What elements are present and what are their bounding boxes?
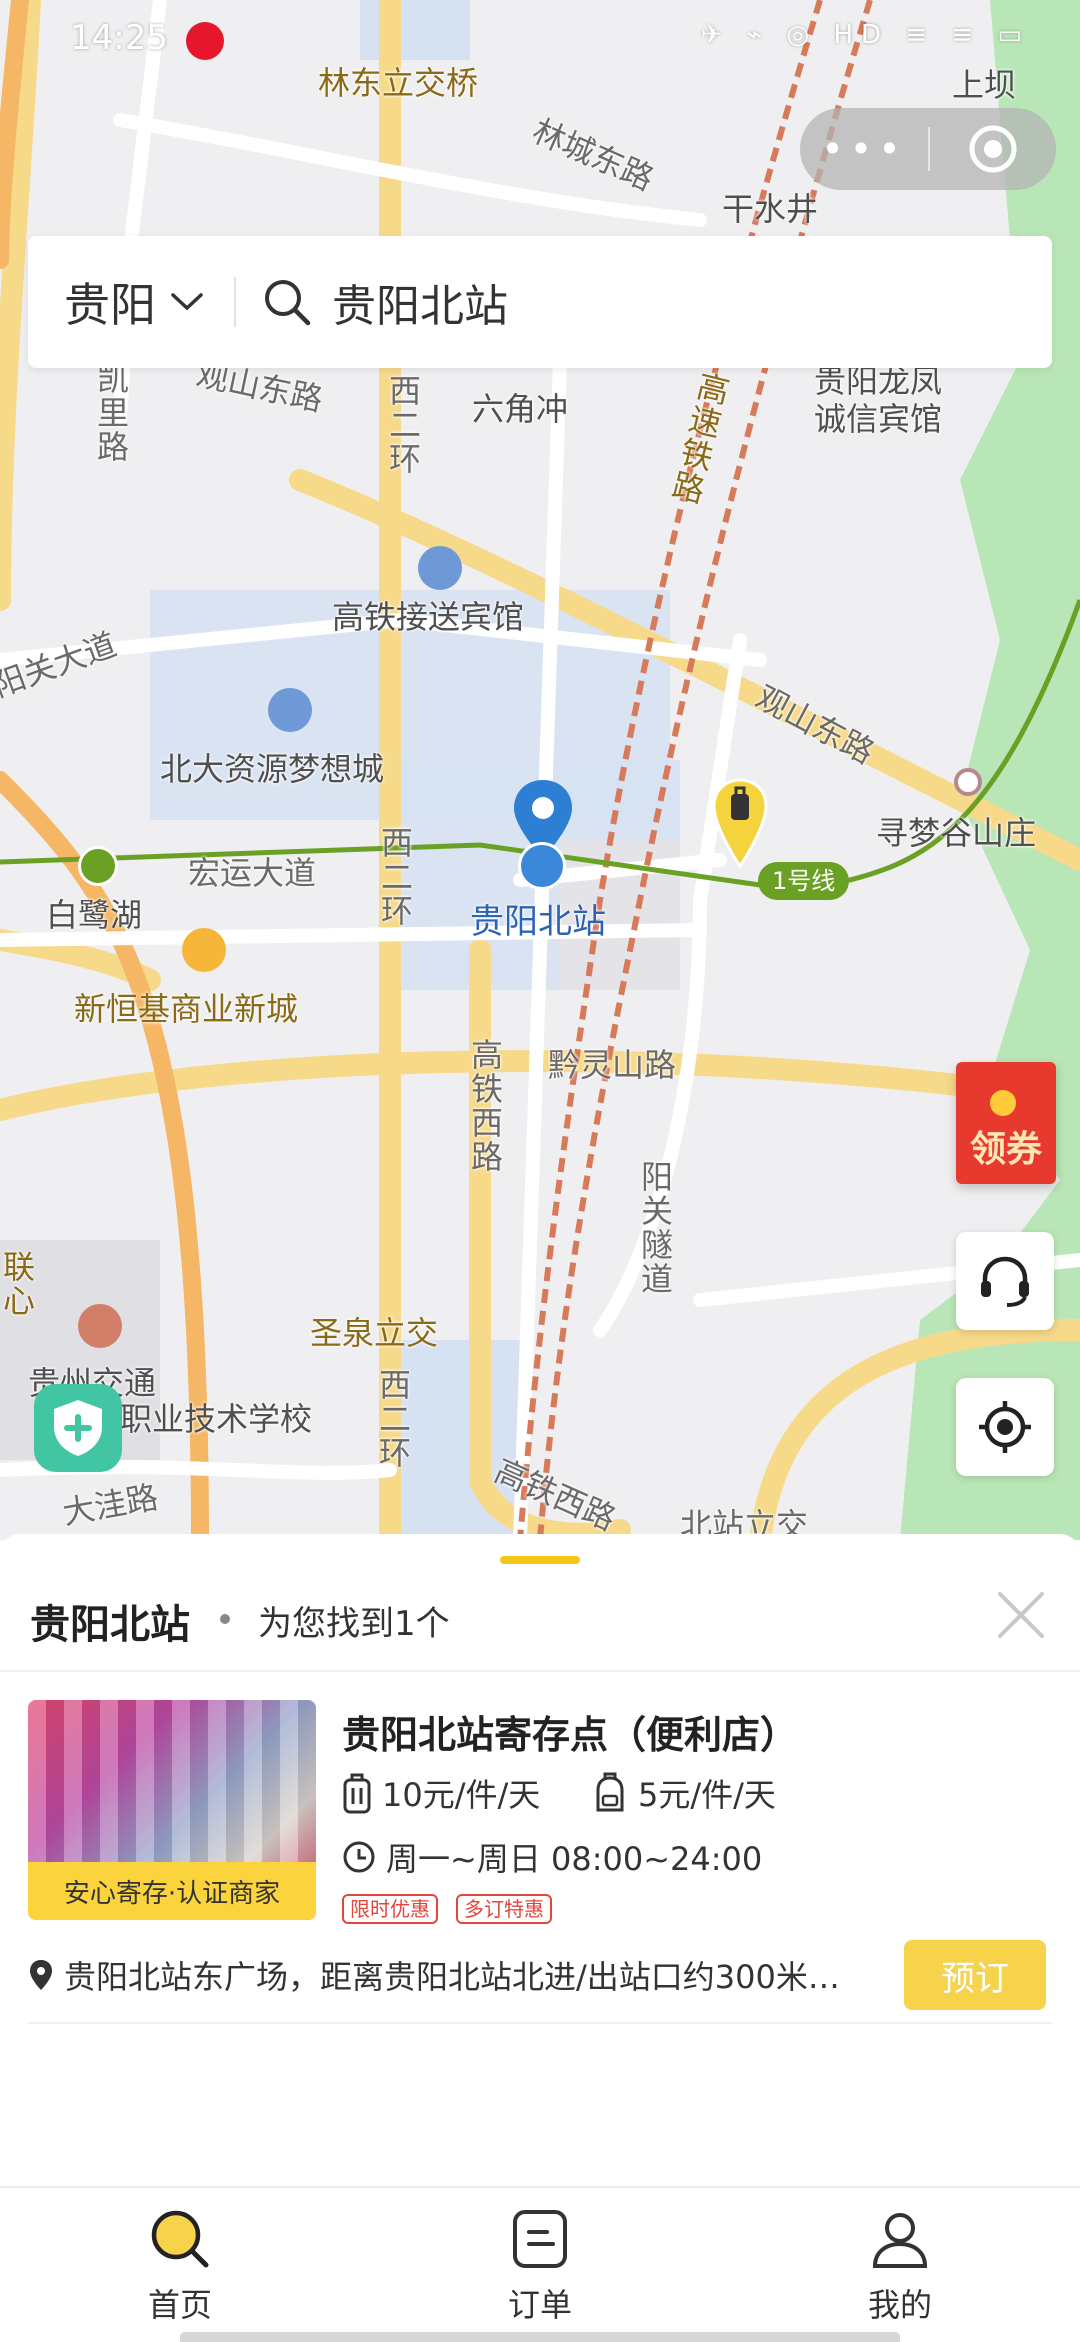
order-list-icon [513,2210,567,2268]
luggage-price-text: 10元/件/天 [382,1776,541,1814]
opening-hours: 周一~周日 08:00~24:00 [342,1834,762,1880]
home-search-icon [151,2210,209,2268]
mall-poi-icon[interactable] [268,688,312,732]
map-label: 诚信宾馆 [814,400,943,438]
more-menu-icon[interactable]: ••• [800,127,928,171]
suitcase-icon [343,1773,371,1814]
map-label: 北大资源梦想城 [160,750,385,788]
safety-shield-button[interactable] [34,1384,122,1472]
map-label: 贵阳北站 [470,902,606,942]
city-label: 贵阳 [64,278,156,332]
promo-tag: 限时优惠 [342,1894,438,1924]
coin-icon [990,1090,1016,1116]
map-view[interactable]: 1号线 林东立交桥 林城东路 上坝 干水井 西二环 六角冲 贵阳龙凤 诚信宾馆 … [0,0,1080,1540]
map-label: 职业技术学校 [120,1400,313,1438]
mini-program-capsule: ••• [800,108,1056,190]
metro-station-icon[interactable] [78,846,118,886]
store-address-text: 贵阳北站东广场，距离贵阳北站北进/出站口约300米… [64,1958,840,1996]
tab-home[interactable]: 首页 [80,2208,280,2326]
bag-price: 5元/件/天 [592,1770,776,1816]
store-thumbnail[interactable]: 安心寄存·认证商家 [28,1700,316,1920]
metro-line-badge: 1号线 [758,862,850,900]
status-bar: 14:25 ✈ ⌁ ◎ HD ≡ ≡ ▭ [0,0,1080,80]
map-label: 圣泉立交 [310,1314,439,1352]
map-label: 黔灵山路 [548,1046,677,1084]
tab-label: 我的 [867,2286,932,2324]
map-label: 干水井 [722,190,819,228]
store-name[interactable]: 贵阳北站寄存点（便利店） [342,1704,798,1759]
chevron-down-icon [171,293,203,311]
book-button[interactable]: 预订 [904,1940,1046,2010]
coupon-button[interactable]: 领券 [956,1062,1056,1184]
status-time: 14:25 [70,18,168,58]
map-label: 西二环 [384,374,422,476]
map-label: 高铁西路 [466,1038,504,1174]
map-label: 白鹭湖 [46,896,143,934]
city-selector[interactable]: 贵阳 [64,269,204,335]
user-icon [872,2213,928,2268]
weibo-icon [186,22,224,60]
location-pin-icon [30,1960,52,1990]
search-divider [234,277,236,327]
map-label: 新恒基商业新城 [74,990,299,1028]
row-divider [28,2022,1052,2024]
close-mini-program-button[interactable] [930,123,1056,175]
shop-poi-icon[interactable] [182,928,226,972]
results-sheet: 贵阳北站 为您找到1个 安心寄存·认证商家 贵阳北站寄存点（便利店） 10元/件… [0,1534,1080,2186]
locate-me-button[interactable] [956,1378,1054,1476]
promo-tag: 多订特惠 [456,1894,552,1924]
target-circle-icon [969,125,1017,173]
place-poi-icon[interactable] [954,768,982,796]
clock-icon [343,1841,375,1873]
map-label: 西二环 [376,826,414,928]
map-label: 凯里路 [92,362,130,464]
train-station-icon [518,842,566,890]
shield-plus-icon [54,1400,102,1456]
customer-service-button[interactable] [956,1232,1054,1330]
status-icons: ✈ ⌁ ◎ HD ≡ ≡ ▭ [700,20,1030,50]
map-label: 六角冲 [472,390,569,428]
school-poi-icon[interactable] [78,1304,122,1348]
map-label: 宏运大道 [188,854,317,892]
hotel-poi-icon[interactable] [418,546,462,590]
search-input[interactable] [330,275,934,329]
opening-hours-text: 周一~周日 08:00~24:00 [386,1840,763,1878]
coupon-label: 领券 [969,1129,1042,1170]
result-count: 为您找到1个 [258,1604,450,1644]
bag-price-text: 5元/件/天 [638,1776,776,1814]
backpack-icon [596,1772,624,1812]
certified-badge: 安心寄存·认证商家 [28,1862,316,1920]
tab-label: 首页 [147,2286,212,2324]
luggage-price: 10元/件/天 [342,1770,540,1816]
search-icon [265,280,311,326]
store-address[interactable]: 贵阳北站东广场，距离贵阳北站北进/出站口约300米… [28,1952,868,1998]
headset-icon [981,1256,1029,1307]
sheet-title: 贵阳北站 [30,1602,190,1648]
sheet-drag-handle[interactable] [500,1556,580,1564]
sheet-divider [0,1670,1080,1672]
crosshair-icon [979,1401,1031,1453]
tab-label: 订单 [507,2286,572,2324]
search-bar: 贵阳 [28,236,1052,368]
map-label: 阳关隧道 [636,1160,674,1296]
map-label: 寻梦谷山庄 [876,814,1037,852]
tab-orders[interactable]: 订单 [440,2208,640,2326]
home-indicator [180,2332,900,2342]
map-label: 西二环 [374,1368,412,1470]
map-label: 联心 [0,1250,36,1318]
close-icon[interactable] [992,1586,1050,1644]
tab-profile[interactable]: 我的 [800,2208,1000,2326]
separator-dot [220,1614,230,1624]
map-label: 高铁接送宾馆 [332,598,525,636]
tab-bar: 首页 订单 我的 [0,2186,1080,2342]
